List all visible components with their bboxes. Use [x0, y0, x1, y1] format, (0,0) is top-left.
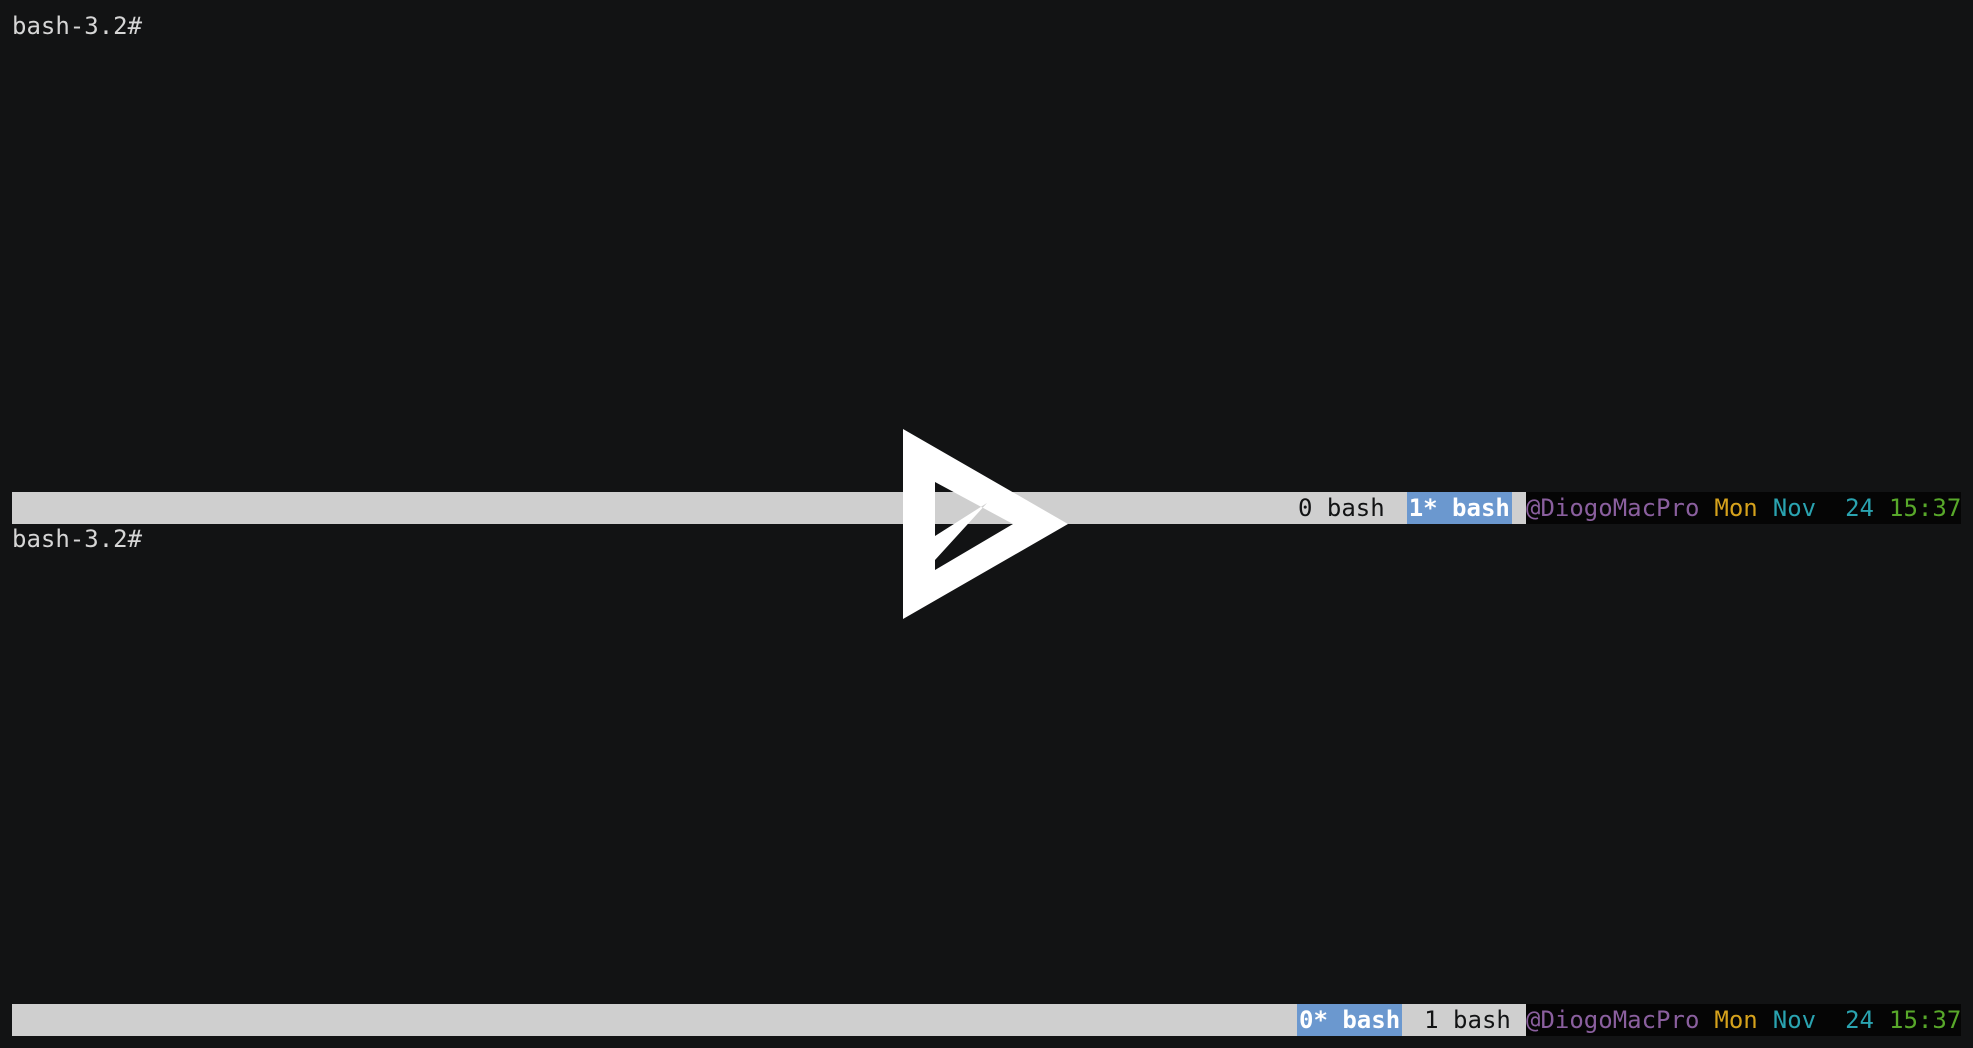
- window-list: 0 bash 1* bash: [1292, 492, 1512, 524]
- host-name: @DiogoMacPro: [1526, 494, 1700, 522]
- play-button[interactable]: [895, 425, 1075, 625]
- host-name: @DiogoMacPro: [1526, 1006, 1700, 1034]
- day-label: Mon: [1714, 494, 1758, 522]
- window-tab-1-active[interactable]: 1* bash: [1406, 492, 1512, 524]
- status-right: @DiogoMacPro Mon Nov 24 15:37: [1526, 492, 1961, 524]
- tmux-status-bar-bottom: 0* bash 1 bash @DiogoMacPro Mon Nov 24 1…: [12, 1004, 1961, 1036]
- date-label: 24: [1845, 494, 1875, 522]
- window-tab-0[interactable]: 0 bash: [1292, 492, 1391, 524]
- play-icon: [903, 429, 1068, 619]
- day-label: Mon: [1714, 1006, 1758, 1034]
- terminal-screen[interactable]: bash-3.2# 0 bash 1* bash @DiogoMacPro Mo…: [0, 0, 1973, 1048]
- time-label: 15:37: [1889, 494, 1962, 522]
- date-label: 24: [1845, 1006, 1875, 1034]
- shell-prompt-top[interactable]: bash-3.2#: [12, 10, 142, 42]
- time-label: 15:37: [1889, 1006, 1962, 1034]
- window-tab-0-active[interactable]: 0* bash: [1297, 1004, 1403, 1036]
- status-right: @DiogoMacPro Mon Nov 24 15:37: [1526, 1004, 1961, 1036]
- month-label: Nov: [1772, 494, 1817, 522]
- window-list: 0* bash 1 bash: [1297, 1004, 1517, 1036]
- shell-prompt-bottom[interactable]: bash-3.2#: [12, 523, 142, 555]
- window-tab-1[interactable]: 1 bash: [1418, 1004, 1517, 1036]
- month-label: Nov: [1772, 1006, 1817, 1034]
